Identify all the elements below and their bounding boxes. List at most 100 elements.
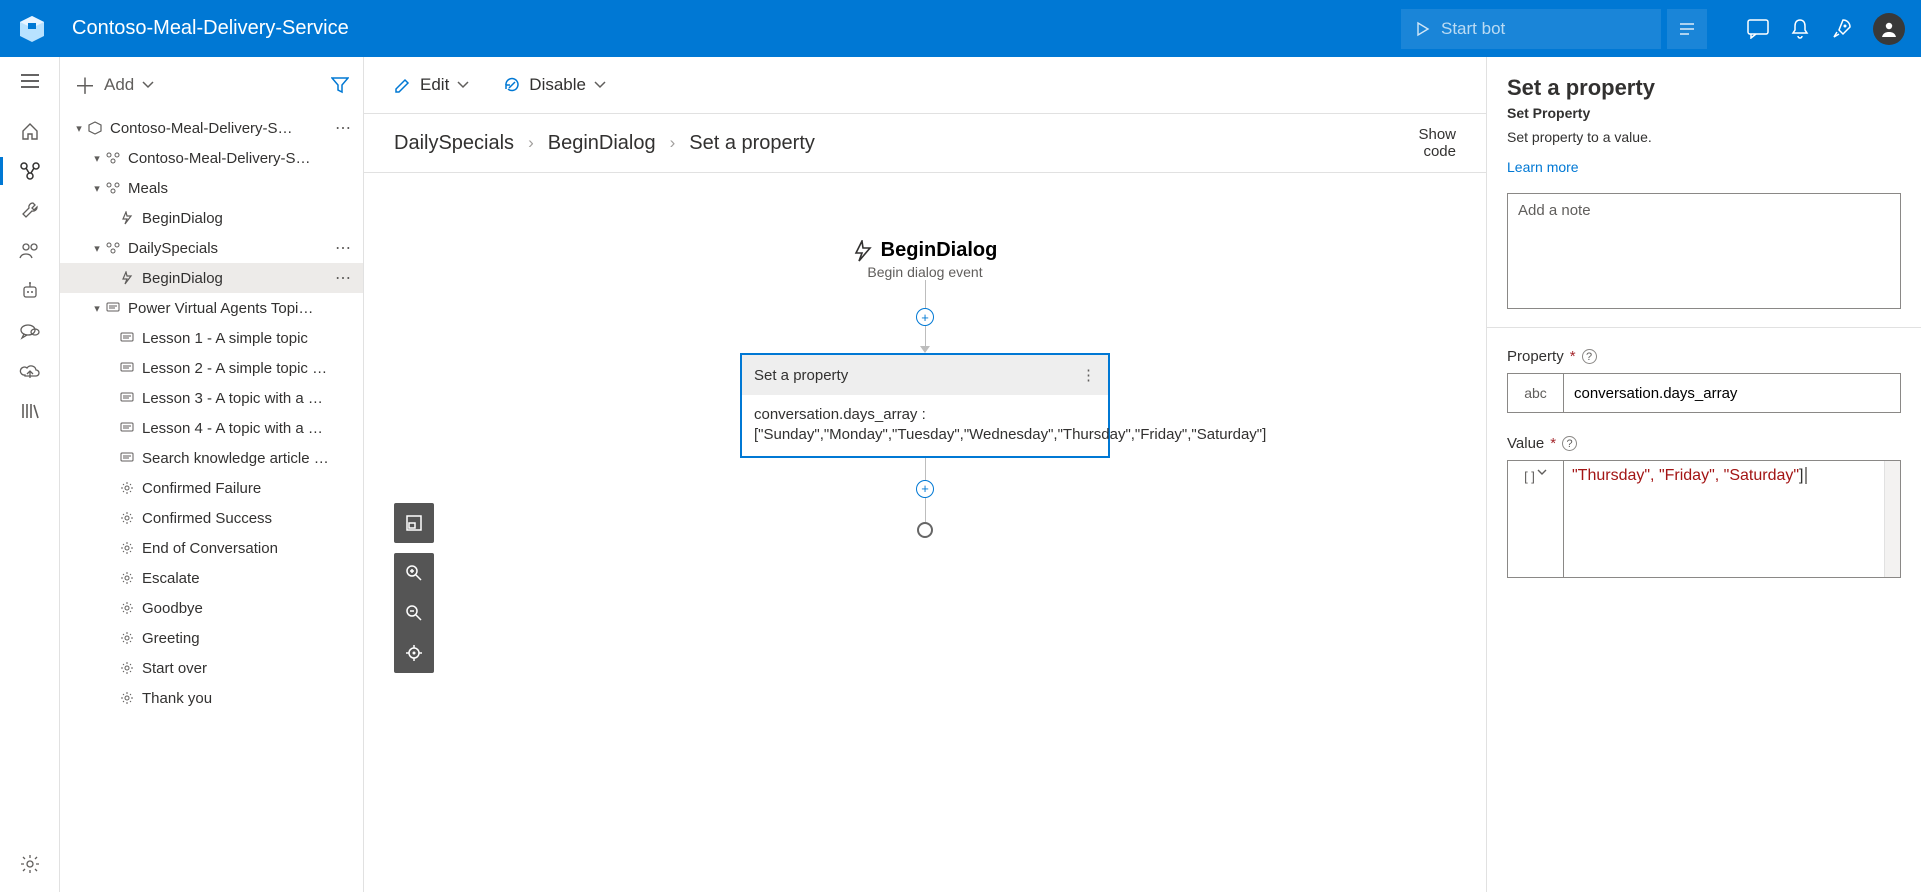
show-code-button[interactable]: Show code [1418,126,1456,161]
flow-canvas[interactable]: BeginDialog Begin dialog event + Set a p… [364,173,1486,892]
tree-lesson3[interactable]: Lesson 3 - A topic with a … [60,383,363,413]
user-avatar[interactable] [1873,13,1905,45]
start-bot-button[interactable]: Start bot [1401,9,1661,49]
tree-greeting[interactable]: Greeting [60,623,363,653]
tree-label: Lesson 1 - A simple topic [142,330,355,347]
minimap-button[interactable] [394,503,434,543]
tree-searchkb[interactable]: Search knowledge article … [60,443,363,473]
tree-end-conversation[interactable]: End of Conversation [60,533,363,563]
add-step-button[interactable]: + [916,308,934,326]
tree-dailyspecials-begin[interactable]: BeginDialog ⋯ [60,263,363,293]
tree-thankyou[interactable]: Thank you [60,683,363,713]
wrench-icon [20,201,40,221]
help-icon[interactable]: ? [1582,349,1597,364]
trigger-icon [118,271,136,285]
filter-button[interactable] [331,76,349,94]
edit-button[interactable]: Edit [394,75,469,95]
tree-confirmed-success[interactable]: Confirmed Success [60,503,363,533]
chat-icon-button[interactable] [1737,9,1779,49]
required-mark: * [1570,348,1576,365]
add-step-button[interactable]: + [916,480,934,498]
rocket-button[interactable] [1821,9,1863,49]
start-bot-menu[interactable] [1667,9,1707,49]
rail-home[interactable] [0,111,60,151]
value-code-input[interactable]: "Thursday", "Friday", "Saturday"] [1564,461,1884,577]
rail-qna[interactable] [0,311,60,351]
tree-goodbye[interactable]: Goodbye [60,593,363,623]
zoom-in-button[interactable] [394,553,434,593]
help-icon[interactable]: ? [1562,436,1577,451]
property-input[interactable] [1564,374,1900,412]
rail-publish[interactable] [0,351,60,391]
more-icon[interactable]: ⋯ [331,238,355,258]
chevron-down-icon [142,81,154,89]
more-icon[interactable]: ⋯ [331,268,355,288]
property-input-row: abc [1507,373,1901,413]
tree-meals-begin[interactable]: BeginDialog [60,203,363,233]
tree-root[interactable]: ▾ Contoso-Meal-Delivery-S… ⋯ [60,113,363,143]
begin-dialog-node[interactable]: BeginDialog Begin dialog event [853,239,998,280]
list-icon [1679,22,1695,36]
value-type-prefix[interactable]: [ ] [1508,461,1564,577]
pencil-icon [394,76,412,94]
breadcrumb-item[interactable]: DailySpecials [394,132,514,155]
rail-settings[interactable] [0,844,60,884]
tree-bot[interactable]: ▾ Contoso-Meal-Delivery-S… [60,143,363,173]
more-icon[interactable]: ⋮ [1081,366,1096,384]
chevron-down-icon [1537,469,1547,476]
tree-label: End of Conversation [142,540,355,557]
tree-startover[interactable]: Start over [60,653,363,683]
app-header: Contoso-Meal-Delivery-Service Start bot [0,0,1921,57]
hamburger-button[interactable] [0,61,60,101]
people-icon [19,242,41,260]
tree-lesson1[interactable]: Lesson 1 - A simple topic [60,323,363,353]
zoom-out-button[interactable] [394,593,434,633]
set-property-card[interactable]: Set a property ⋮ conversation.days_array… [740,353,1110,458]
tree-dailyspecials[interactable]: ▾ DailySpecials ⋯ [60,233,363,263]
chevron-right-icon: › [670,133,676,153]
rail-people[interactable] [0,231,60,271]
scrollbar[interactable] [1884,461,1900,577]
tree-label: BeginDialog [142,270,331,287]
breadcrumb-item[interactable]: Set a property [689,132,815,155]
begin-subtitle: Begin dialog event [853,264,998,280]
tree-lesson2[interactable]: Lesson 2 - A simple topic … [60,353,363,383]
chevron-down-icon: ▾ [90,302,104,315]
plus-icon: ＋ [74,69,96,101]
gear-icon [118,541,136,555]
note-input[interactable] [1507,193,1901,309]
property-type-prefix[interactable]: abc [1508,374,1564,412]
rail-wrench[interactable] [0,191,60,231]
tree-label: Meals [128,180,355,197]
tree-label: Greeting [142,630,355,647]
app-logo[interactable] [16,13,48,45]
tree-meals[interactable]: ▾ Meals [60,173,363,203]
tree-pva[interactable]: ▾ Power Virtual Agents Topi… [60,293,363,323]
chevron-down-icon: ▾ [72,122,86,135]
tree-toolbar: ＋ Add [60,57,363,113]
tree-label: Search knowledge article … [142,450,355,467]
recenter-button[interactable] [394,633,434,673]
tree-escalate[interactable]: Escalate [60,563,363,593]
gear-icon [118,661,136,675]
project-tree-panel: ＋ Add ▾ Contoso-Meal-Delivery-S… ⋯ ▾ Con… [60,57,364,892]
minimap-icon [405,514,423,532]
tree-label: DailySpecials [128,240,331,257]
learn-more-link[interactable]: Learn more [1507,159,1901,175]
library-icon [20,402,40,420]
disable-button[interactable]: Disable [503,75,606,95]
tree-lesson4[interactable]: Lesson 4 - A topic with a … [60,413,363,443]
tree-confirmed-failure[interactable]: Confirmed Failure [60,473,363,503]
notifications-button[interactable] [1779,9,1821,49]
rail-bot[interactable] [0,271,60,311]
project-tree[interactable]: ▾ Contoso-Meal-Delivery-S… ⋯ ▾ Contoso-M… [60,113,363,892]
bot-icon [20,281,40,301]
rail-library[interactable] [0,391,60,431]
breadcrumb-item[interactable]: BeginDialog [548,132,656,155]
more-icon[interactable]: ⋯ [331,118,355,138]
chat-icon [1747,19,1769,39]
rail-design[interactable] [0,151,60,191]
panel-subheading: Set Property [1507,105,1901,121]
lightning-icon [853,240,873,262]
add-button[interactable]: ＋ Add [74,69,154,101]
